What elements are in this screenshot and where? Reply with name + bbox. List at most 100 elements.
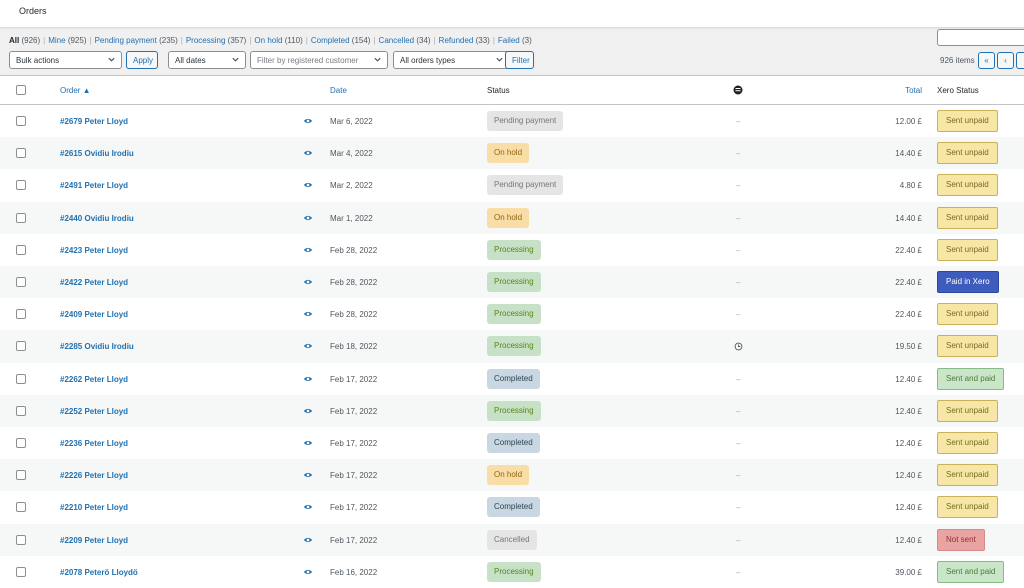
row-checkbox[interactable] (16, 438, 26, 448)
table-row[interactable]: #2423 Peter Lloyd Feb 28, 2022 Processing –… (0, 234, 1024, 266)
view-link-mine[interactable]: Mine (925) (48, 36, 86, 45)
view-link-refunded[interactable]: Refunded (33) (439, 36, 490, 45)
preview-eye-icon[interactable] (303, 246, 313, 254)
row-checkbox[interactable] (16, 373, 26, 384)
table-row[interactable]: #2210 Peter Lloyd Feb 17, 2022 Completed – 1… (0, 491, 1024, 523)
row-checkbox[interactable] (16, 148, 26, 159)
table-row[interactable]: #2236 Peter Lloyd Feb 17, 2022 Completed – 1… (0, 427, 1024, 459)
row-checkbox[interactable] (16, 502, 26, 513)
preview-eye-icon[interactable] (303, 181, 313, 189)
preview-eye-icon[interactable] (303, 214, 313, 222)
xero-status-button[interactable]: Sent unpaid (937, 335, 998, 358)
table-row[interactable]: #2285 Ovidiu Irodiu Feb 18, 2022 Processin… (0, 330, 1024, 363)
dates-select[interactable]: All dates (168, 51, 246, 69)
order-link[interactable]: #2491 Peter Lloyd (60, 181, 128, 190)
xero-status-button[interactable]: Sent unpaid (937, 496, 998, 519)
table-row[interactable]: #2078 Peterö Lloydö Feb 16, 2022 Processin… (0, 556, 1024, 588)
row-checkbox[interactable] (16, 309, 26, 320)
view-link-all[interactable]: All (926) (9, 36, 40, 45)
preview-eye-icon[interactable] (303, 471, 313, 479)
row-checkbox[interactable] (16, 277, 26, 287)
view-link-failed[interactable]: Failed (3) (498, 36, 532, 45)
xero-status-button[interactable]: Sent and paid (937, 367, 1005, 390)
xero-status-button[interactable]: Sent unpaid (937, 110, 998, 132)
view-link-on-hold[interactable]: On hold (110) (254, 36, 302, 45)
select-all-checkbox[interactable] (16, 85, 26, 95)
row-checkbox[interactable] (16, 244, 26, 255)
preview-eye-icon[interactable] (303, 342, 313, 350)
xero-status-button[interactable]: Sent unpaid (937, 206, 998, 229)
preview-eye-icon[interactable] (303, 439, 313, 447)
preview-eye-icon[interactable] (303, 407, 313, 415)
column-date[interactable]: Date (330, 86, 347, 95)
preview-eye-icon[interactable] (303, 503, 313, 511)
table-row[interactable]: #2679 Peter Lloyd Mar 6, 2022 Pending paym… (0, 105, 1024, 137)
order-link[interactable]: #2226 Peter Lloyd (60, 471, 128, 480)
row-checkbox[interactable] (16, 405, 26, 416)
xero-status-button[interactable]: Sent unpaid (937, 464, 998, 487)
order-link[interactable]: #2440 Ovidiu Irodiu (60, 214, 134, 223)
order-link[interactable]: #2210 Peter Lloyd (60, 503, 128, 512)
order-link[interactable]: #2262 Peter Lloyd (60, 375, 128, 384)
table-row[interactable]: #2422 Peter Lloyd Feb 28, 2022 Processing –… (0, 266, 1024, 299)
xero-status-button[interactable]: Sent and paid (937, 560, 1005, 583)
order-link[interactable]: #2409 Peter Lloyd (60, 310, 128, 319)
page-number-input[interactable] (1016, 52, 1024, 69)
order-link[interactable]: #2285 Ovidiu Irodiu (60, 342, 134, 351)
xero-status-button[interactable]: Sent unpaid (937, 142, 998, 165)
order-types-select[interactable]: All orders types (393, 51, 510, 69)
view-link-pending-payment[interactable]: Pending payment (235) (95, 36, 178, 45)
view-link-cancelled[interactable]: Cancelled (34) (379, 36, 431, 45)
preview-eye-icon[interactable] (303, 117, 313, 125)
order-link[interactable]: #2615 Ovidiu Irodiu (60, 149, 134, 158)
order-link[interactable]: #2078 Peterö Lloydö (60, 568, 138, 577)
preview-eye-icon[interactable] (303, 536, 313, 544)
xero-status-button[interactable]: Not sent (937, 528, 985, 551)
table-row[interactable]: #2409 Peter Lloyd Feb 28, 2022 Processing –… (0, 298, 1024, 330)
table-row[interactable]: #2262 Peter Lloyd Feb 17, 2022 Completed – 1… (0, 363, 1024, 395)
table-row[interactable]: #2252 Peter Lloyd Feb 17, 2022 Processing –… (0, 394, 1024, 427)
preview-eye-icon[interactable] (303, 149, 313, 157)
column-total[interactable]: Total (905, 86, 922, 95)
order-link[interactable]: #2209 Peter Lloyd (60, 536, 128, 545)
order-link[interactable]: #2423 Peter Lloyd (60, 246, 128, 255)
order-link[interactable]: #2422 Peter Lloyd (60, 278, 128, 287)
order-link[interactable]: #2236 Peter Lloyd (60, 439, 128, 448)
search-input[interactable] (937, 29, 1024, 46)
order-total: 12.40 £ (895, 406, 922, 416)
table-row[interactable]: #2226 Peter Lloyd Feb 17, 2022 On hold – 12.… (0, 459, 1024, 492)
order-link[interactable]: #2252 Peter Lloyd (60, 407, 128, 416)
xero-status-button[interactable]: Sent unpaid (937, 238, 998, 261)
table-row[interactable]: #2440 Ovidiu Irodiu Mar 1, 2022 On hold – 14… (0, 201, 1024, 234)
xero-status-button[interactable]: Paid in Xero (937, 271, 999, 293)
column-order[interactable]: Order ▲ (60, 86, 91, 95)
row-checkbox[interactable] (16, 212, 26, 223)
view-link-processing[interactable]: Processing (357) (186, 36, 247, 45)
customer-filter-select[interactable]: Filter by registered customer (250, 51, 388, 69)
xero-status-button[interactable]: Sent unpaid (937, 303, 998, 326)
row-checkbox[interactable] (16, 341, 26, 352)
bulk-actions-select[interactable]: Bulk actions (9, 51, 122, 69)
xero-status-button[interactable]: Sent unpaid (937, 174, 998, 197)
row-checkbox[interactable] (16, 180, 26, 191)
table-row[interactable]: #2491 Peter Lloyd Mar 2, 2022 Pending paym… (0, 169, 1024, 201)
preview-eye-icon[interactable] (303, 568, 313, 576)
filter-button[interactable]: Filter (505, 51, 534, 69)
row-checkbox[interactable] (16, 534, 26, 545)
prev-page-button[interactable]: ‹ (997, 52, 1014, 69)
preview-eye-icon[interactable] (303, 375, 313, 383)
preview-eye-icon[interactable] (303, 310, 313, 318)
table-row[interactable]: #2209 Peter Lloyd Feb 17, 2022 Cancelled – 1… (0, 523, 1024, 556)
row-checkbox[interactable] (16, 470, 26, 481)
order-link[interactable]: #2679 Peter Lloyd (60, 117, 128, 126)
preview-eye-icon[interactable] (303, 278, 313, 286)
table-row[interactable]: #2615 Ovidiu Irodiu Mar 4, 2022 On hold – 14… (0, 137, 1024, 170)
view-link-label: Pending payment (94, 36, 157, 45)
row-checkbox[interactable] (16, 566, 26, 577)
view-link-completed[interactable]: Completed (154) (311, 36, 371, 45)
first-page-button[interactable]: « (978, 52, 995, 69)
xero-status-button[interactable]: Sent unpaid (937, 432, 998, 454)
row-checkbox[interactable] (16, 116, 26, 126)
apply-button[interactable]: Apply (126, 51, 158, 69)
xero-status-button[interactable]: Sent unpaid (937, 399, 998, 422)
